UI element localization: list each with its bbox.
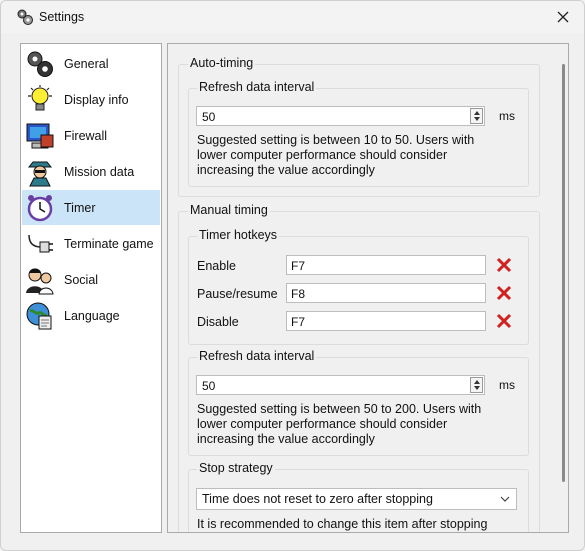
settings-window: Settings General Display info Firewall M… (0, 0, 585, 551)
stop-strategy-description: It is recommended to change this item af… (197, 517, 487, 532)
chevron-down-icon (500, 496, 510, 502)
auto-refresh-group: Refresh data interval 50 ms Suggested se… (188, 80, 529, 187)
auto-timing-title: Auto-timing (188, 56, 256, 70)
hotkey-enable-label: Enable (197, 259, 236, 273)
sidebar-item-terminate-game[interactable]: Terminate game (22, 226, 160, 261)
spin-up-icon[interactable] (474, 111, 480, 115)
desc-line: increasing the value accordingly (197, 432, 375, 446)
sidebar-item-mission-data[interactable]: Mission data (22, 154, 160, 189)
timer-hotkeys-group: Timer hotkeys Enable F7 Pause/resume F8 … (188, 228, 529, 345)
sidebar-item-label: Firewall (64, 128, 108, 143)
sidebar-item-label: Timer (64, 200, 96, 215)
desc-line: increasing the value accordingly (197, 163, 375, 177)
close-button[interactable] (548, 4, 578, 30)
manual-refresh-interval-input[interactable]: 50 (196, 375, 485, 395)
close-icon (557, 11, 569, 23)
sidebar-item-social[interactable]: Social (22, 262, 160, 297)
auto-timing-group: Auto-timing Refresh data interval 50 ms … (178, 56, 540, 197)
sidebar-item-display-info[interactable]: Display info (22, 82, 160, 117)
title-bar: Settings (1, 1, 584, 33)
auto-refresh-value: 50 (202, 110, 216, 124)
sidebar-item-timer[interactable]: Timer (22, 190, 160, 225)
stop-strategy-group: Stop strategy Time does not reset to zer… (188, 461, 529, 532)
sidebar-item-label: Terminate game (64, 236, 154, 251)
manual-refresh-description: Suggested setting is between 50 to 200. … (197, 402, 481, 447)
globe-document-icon (26, 302, 52, 329)
sidebar-item-firewall[interactable]: Firewall (22, 118, 160, 153)
auto-refresh-unit: ms (499, 109, 515, 123)
timer-settings-panel[interactable]: Auto-timing Refresh data interval 50 ms … (167, 43, 569, 533)
manual-refresh-value: 50 (202, 379, 216, 393)
spin-down-icon[interactable] (474, 386, 480, 390)
desc-line: Suggested setting is between 50 to 200. … (197, 402, 482, 416)
desc-line: Suggested setting is between 10 to 50. U… (197, 133, 475, 147)
people-icon (26, 268, 54, 294)
sidebar-item-label: General (64, 56, 109, 71)
hotkey-pause-input[interactable]: F8 (286, 283, 486, 303)
sidebar-item-general[interactable]: General (22, 46, 160, 81)
spin-down-icon[interactable] (474, 117, 480, 121)
lightbulb-icon (28, 84, 52, 110)
auto-refresh-title: Refresh data interval (197, 80, 317, 94)
manual-timing-group: Manual timing Timer hotkeys Enable F7 Pa… (178, 203, 540, 532)
manual-timing-title: Manual timing (188, 203, 270, 217)
timer-hotkeys-title: Timer hotkeys (197, 228, 280, 242)
vertical-scrollbar[interactable] (562, 64, 565, 482)
sidebar-item-label: Language (64, 308, 120, 323)
sidebar: General Display info Firewall Mission da… (20, 43, 162, 533)
manual-refresh-group: Refresh data interval 50 ms Suggested se… (188, 349, 529, 456)
clear-enable-hotkey-icon[interactable] (494, 255, 514, 275)
auto-refresh-description: Suggested setting is between 10 to 50. U… (197, 133, 474, 178)
firewall-computer-icon (26, 123, 54, 148)
clear-disable-hotkey-icon[interactable] (494, 311, 514, 331)
sidebar-item-label: Mission data (64, 164, 135, 179)
desc-line: It is recommended to change this item af… (197, 517, 488, 531)
hotkey-pause-label: Pause/resume (197, 287, 278, 301)
hotkey-enable-input[interactable]: F7 (286, 255, 486, 275)
plug-icon (28, 234, 53, 252)
desc-line: lower computer performance should consid… (197, 417, 448, 431)
spin-arrows[interactable] (470, 108, 483, 124)
gears-icon (27, 51, 53, 77)
gears-icon (17, 9, 33, 25)
auto-refresh-interval-input[interactable]: 50 (196, 106, 485, 126)
sidebar-item-language[interactable]: Language (22, 298, 160, 333)
alarm-clock-icon (27, 194, 53, 221)
stop-strategy-select[interactable]: Time does not reset to zero after stoppi… (196, 488, 517, 510)
stop-strategy-title: Stop strategy (197, 461, 275, 475)
sidebar-item-label: Display info (64, 92, 129, 107)
clear-pause-hotkey-icon[interactable] (494, 283, 514, 303)
spin-up-icon[interactable] (474, 380, 480, 384)
sidebar-item-label: Social (64, 272, 99, 287)
manual-refresh-title: Refresh data interval (197, 349, 317, 363)
manual-refresh-unit: ms (499, 378, 515, 392)
hotkey-disable-label: Disable (197, 315, 239, 329)
stop-strategy-selected: Time does not reset to zero after stoppi… (202, 492, 433, 506)
window-title: Settings (39, 10, 85, 24)
spin-arrows[interactable] (470, 377, 483, 393)
hotkey-disable-input[interactable]: F7 (286, 311, 486, 331)
spy-icon (27, 161, 53, 186)
desc-line: lower computer performance should consid… (197, 148, 448, 162)
